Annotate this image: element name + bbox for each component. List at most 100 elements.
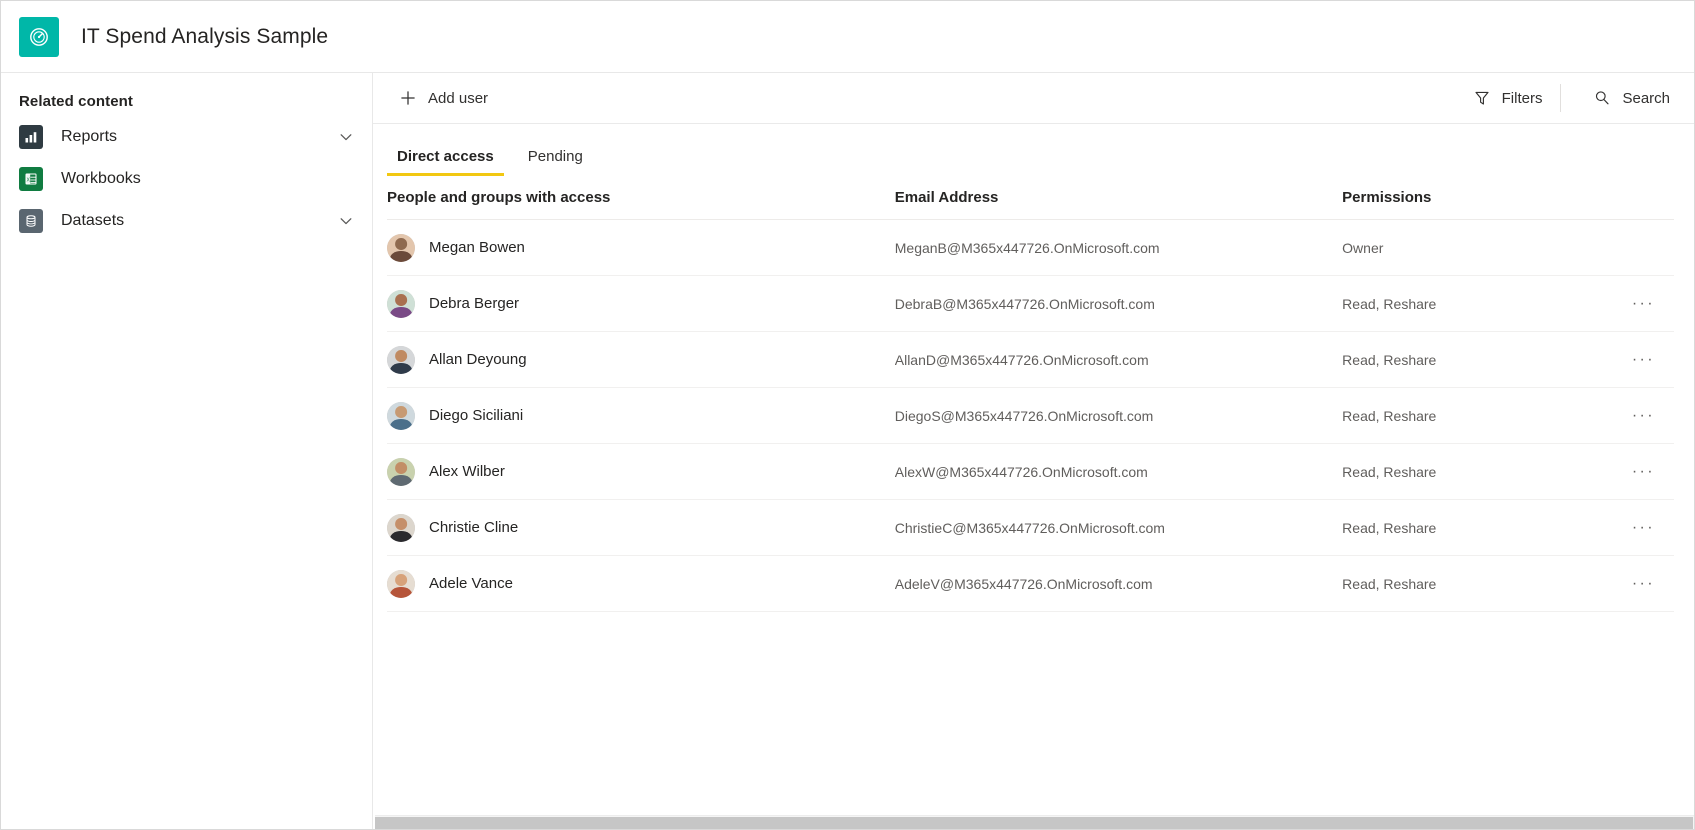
add-user-button[interactable]: Add user	[387, 78, 500, 118]
cell-person: Diego Siciliani	[387, 387, 895, 444]
search-label: Search	[1622, 89, 1670, 107]
cell-email: AdeleV@M365x447726.OnMicrosoft.com	[894, 555, 1343, 612]
excel-workbook-icon: X	[19, 167, 43, 191]
sidebar-item-reports[interactable]: Reports	[1, 116, 372, 158]
cell-actions: ···	[1573, 499, 1674, 556]
cell-person: Christie Cline	[387, 499, 895, 556]
magnifier-icon	[1593, 89, 1611, 107]
person-name: Diego Siciliani	[429, 407, 524, 424]
cell-email: DiegoS@M365x447726.OnMicrosoft.com	[894, 387, 1343, 444]
avatar	[387, 457, 415, 486]
tab-direct-access[interactable]: Direct access	[387, 148, 504, 176]
filters-label: Filters	[1501, 89, 1543, 107]
cell-person: Allan Deyoung	[387, 331, 895, 388]
cell-actions: ···	[1573, 387, 1674, 444]
horizontal-scrollbar[interactable]	[375, 815, 1694, 829]
sidebar-item-datasets[interactable]: Datasets	[1, 200, 372, 242]
row-more-menu-button[interactable]: ···	[1627, 400, 1659, 432]
access-table-body: Megan Bowen MeganB@M365x447726.OnMicroso…	[387, 219, 1674, 612]
sidebar-item-label: Reports	[61, 128, 118, 145]
access-table-container: People and groups with access Email Addr…	[373, 176, 1674, 612]
avatar	[387, 345, 415, 374]
cell-actions	[1573, 219, 1674, 276]
tab-pending[interactable]: Pending	[518, 148, 593, 176]
person-name: Adele Vance	[429, 575, 513, 592]
manage-permissions-window: IT Spend Analysis Sample Related content…	[0, 0, 1695, 830]
window-title-bar: IT Spend Analysis Sample	[1, 1, 1694, 73]
person-name: Alex Wilber	[429, 463, 505, 480]
cell-permission: Read, Reshare	[1342, 443, 1574, 500]
cell-email: DebraB@M365x447726.OnMicrosoft.com	[894, 275, 1343, 332]
search-button[interactable]: Search	[1581, 78, 1682, 118]
add-user-label: Add user	[428, 89, 489, 107]
sidebar-item-label: Datasets	[61, 212, 125, 229]
cell-person: Debra Berger	[387, 275, 895, 332]
column-header-people: People and groups with access	[387, 176, 895, 220]
table-header-row: People and groups with access Email Addr…	[387, 176, 1674, 220]
related-content-sidebar: Related content Reports X Workbooks Data…	[1, 73, 373, 829]
cell-permission: Read, Reshare	[1342, 387, 1574, 444]
page-title: IT Spend Analysis Sample	[81, 24, 329, 48]
row-more-menu-button[interactable]: ···	[1627, 288, 1659, 320]
column-header-actions	[1573, 176, 1674, 220]
person-name: Christie Cline	[429, 519, 519, 536]
avatar	[387, 289, 415, 318]
cell-email: ChristieC@M365x447726.OnMicrosoft.com	[894, 499, 1343, 556]
cell-permission: Read, Reshare	[1342, 275, 1574, 332]
row-more-menu-button[interactable]: ···	[1627, 456, 1659, 488]
row-more-menu-button[interactable]: ···	[1627, 344, 1659, 376]
column-header-email: Email Address	[894, 176, 1343, 220]
cell-actions: ···	[1573, 275, 1674, 332]
command-bar: Add user Filters Search	[373, 73, 1694, 124]
cell-actions: ···	[1573, 443, 1674, 500]
sidebar-item-workbooks[interactable]: X Workbooks	[1, 158, 372, 200]
cell-person: Adele Vance	[387, 555, 895, 612]
person-name: Megan Bowen	[429, 239, 525, 256]
table-row[interactable]: Adele Vance AdeleV@M365x447726.OnMicroso…	[387, 555, 1674, 612]
tab-label: Pending	[527, 148, 583, 165]
gauge-icon	[19, 16, 59, 57]
cell-email: MeganB@M365x447726.OnMicrosoft.com	[894, 219, 1343, 276]
cell-person: Alex Wilber	[387, 443, 895, 500]
cell-actions: ···	[1573, 555, 1674, 612]
permissions-tabs: Direct access Pending	[373, 124, 1694, 176]
cell-person: Megan Bowen	[387, 219, 895, 276]
row-more-menu-button[interactable]: ···	[1627, 568, 1659, 600]
cell-email: AllanD@M365x447726.OnMicrosoft.com	[894, 331, 1343, 388]
database-icon	[19, 209, 43, 233]
access-table: People and groups with access Email Addr…	[387, 176, 1674, 612]
tab-label: Direct access	[397, 148, 494, 165]
cell-actions: ···	[1573, 331, 1674, 388]
cell-permission: Read, Reshare	[1342, 499, 1574, 556]
chevron-down-icon[interactable]	[338, 129, 354, 145]
plus-icon	[399, 89, 417, 107]
cell-permission: Owner	[1342, 219, 1574, 276]
cell-email: AlexW@M365x447726.OnMicrosoft.com	[894, 443, 1343, 500]
avatar	[387, 569, 415, 598]
table-row[interactable]: Christie Cline ChristieC@M365x447726.OnM…	[387, 499, 1674, 556]
table-row[interactable]: Megan Bowen MeganB@M365x447726.OnMicroso…	[387, 219, 1674, 276]
cell-permission: Read, Reshare	[1342, 331, 1574, 388]
row-more-menu-button[interactable]: ···	[1627, 512, 1659, 544]
table-row[interactable]: Debra Berger DebraB@M365x447726.OnMicros…	[387, 275, 1674, 332]
scrollbar-thumb[interactable]	[375, 817, 1693, 829]
chevron-down-icon[interactable]	[338, 213, 354, 229]
cell-permission: Read, Reshare	[1342, 555, 1574, 612]
avatar	[387, 513, 415, 542]
command-bar-right-group: Filters Search	[1447, 78, 1694, 118]
table-row[interactable]: Diego Siciliani DiegoS@M365x447726.OnMic…	[387, 387, 1674, 444]
command-bar-divider	[1560, 84, 1562, 112]
sidebar-item-label: Workbooks	[61, 170, 141, 187]
column-header-permissions: Permissions	[1342, 176, 1574, 220]
avatar	[387, 233, 415, 262]
person-name: Debra Berger	[429, 295, 520, 312]
funnel-icon	[1473, 89, 1491, 107]
filters-button[interactable]: Filters	[1461, 78, 1555, 118]
table-row[interactable]: Allan Deyoung AllanD@M365x447726.OnMicro…	[387, 331, 1674, 388]
sidebar-heading: Related content	[19, 93, 134, 110]
bar-chart-icon	[19, 125, 43, 149]
avatar	[387, 401, 415, 430]
table-row[interactable]: Alex Wilber AlexW@M365x447726.OnMicrosof…	[387, 443, 1674, 500]
person-name: Allan Deyoung	[429, 351, 527, 368]
permissions-panel: Add user Filters Search Direct access Pe…	[373, 73, 1694, 829]
